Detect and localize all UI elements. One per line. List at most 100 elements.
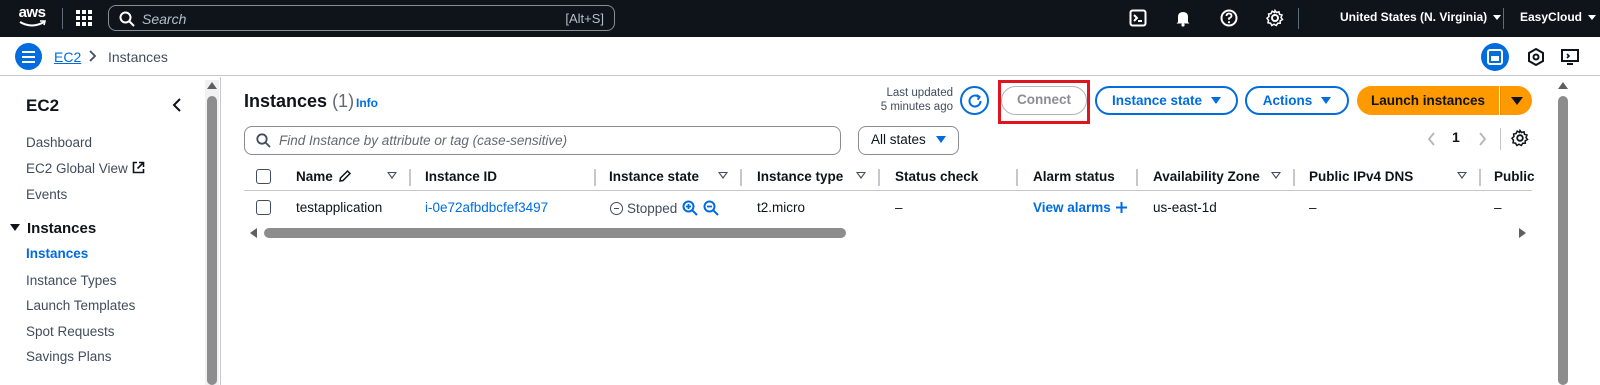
global-search-input[interactable]: Search [Alt+S] bbox=[108, 5, 615, 31]
column-header-public-ipv4-dns[interactable]: Public IPv4 DNS bbox=[1309, 169, 1413, 184]
sidebar-item-dashboard[interactable]: Dashboard bbox=[26, 135, 92, 150]
nav-divider bbox=[1503, 8, 1504, 29]
column-header-status-check[interactable]: Status check bbox=[895, 169, 978, 184]
side-menu-toggle-button[interactable] bbox=[15, 43, 42, 70]
column-header-instance-type[interactable]: Instance type bbox=[757, 169, 843, 184]
hexagon-settings-icon[interactable] bbox=[1524, 45, 1548, 69]
zoom-out-icon[interactable] bbox=[703, 200, 720, 216]
breadcrumb-ec2-link[interactable]: EC2 bbox=[54, 49, 81, 65]
states-select[interactable]: All states bbox=[858, 126, 959, 155]
sidebar-item-spot-requests[interactable]: Spot Requests bbox=[26, 324, 115, 339]
table-settings-gear-icon[interactable] bbox=[1511, 129, 1529, 147]
stopped-status-icon bbox=[610, 202, 623, 215]
actions-label: Actions bbox=[1262, 93, 1313, 108]
filter-placeholder: Find Instance by attribute or tag (case-… bbox=[279, 133, 568, 148]
info-link[interactable]: Info bbox=[356, 96, 378, 110]
cell-instance-id-link[interactable]: i-0e72afbdbcfef3497 bbox=[425, 200, 548, 215]
scrollbar-thumb[interactable] bbox=[264, 228, 846, 238]
launch-instances-button[interactable]: Launch instances bbox=[1357, 86, 1499, 115]
scrollbar-thumb[interactable] bbox=[1558, 96, 1568, 385]
column-header-instance-state[interactable]: Instance state bbox=[609, 169, 699, 184]
table-row[interactable]: testapplication i-0e72afbdbcfef3497 Stop… bbox=[244, 192, 1532, 222]
help-icon[interactable] bbox=[1220, 9, 1238, 27]
cloudshell-icon[interactable] bbox=[1129, 9, 1147, 27]
column-resizer[interactable] bbox=[594, 169, 596, 186]
sidebar-section-instances[interactable]: Instances bbox=[10, 220, 96, 237]
sidebar: EC2 Dashboard EC2 Global View Events Ins… bbox=[0, 77, 205, 385]
last-updated-time: 5 minutes ago bbox=[880, 101, 953, 113]
apps-grid-icon[interactable] bbox=[76, 10, 92, 26]
sidebar-item-instance-types[interactable]: Instance Types bbox=[26, 273, 117, 288]
scroll-up-arrow-icon[interactable] bbox=[1558, 82, 1568, 89]
cell-instance-type: t2.micro bbox=[757, 200, 806, 215]
instance-state-button[interactable]: Instance state bbox=[1095, 86, 1238, 115]
column-header-public[interactable]: Public bbox=[1494, 169, 1535, 184]
sidebar-divider bbox=[220, 77, 221, 385]
state-label: Stopped bbox=[627, 201, 678, 216]
breadcrumb-current: Instances bbox=[108, 49, 168, 65]
actions-button[interactable]: Actions bbox=[1245, 86, 1349, 115]
settings-gear-icon[interactable] bbox=[1266, 9, 1284, 27]
cell-public-ipv4-dns: – bbox=[1309, 200, 1317, 215]
column-header-availability-zone[interactable]: Availability Zone bbox=[1153, 169, 1260, 184]
sort-icon[interactable] bbox=[718, 172, 728, 179]
chevron-left-icon[interactable] bbox=[171, 97, 185, 113]
region-selector[interactable]: United States (N. Virginia) bbox=[1340, 10, 1502, 24]
scroll-up-arrow-icon[interactable] bbox=[207, 82, 217, 89]
column-resizer[interactable] bbox=[1293, 169, 1295, 186]
view-alarms-link[interactable]: View alarms bbox=[1033, 200, 1127, 215]
account-menu[interactable]: EasyCloud bbox=[1520, 10, 1597, 24]
plus-icon bbox=[1115, 202, 1127, 213]
zoom-in-icon[interactable] bbox=[682, 200, 699, 216]
region-label: United States (N. Virginia) bbox=[1340, 10, 1488, 24]
column-resizer[interactable] bbox=[1136, 169, 1138, 186]
table-horizontal-scrollbar[interactable] bbox=[244, 226, 1532, 240]
sort-icon[interactable] bbox=[1271, 172, 1281, 179]
sidebar-item-launch-templates[interactable]: Launch Templates bbox=[26, 298, 135, 313]
sidebar-item-savings-plans[interactable]: Savings Plans bbox=[26, 349, 112, 364]
sort-icon[interactable] bbox=[1457, 172, 1467, 179]
sort-icon[interactable] bbox=[387, 172, 397, 179]
page-title: Instances (1) bbox=[244, 91, 354, 112]
column-resizer[interactable] bbox=[409, 169, 411, 186]
column-header-instance-id[interactable]: Instance ID bbox=[425, 169, 497, 184]
caret-down-icon bbox=[1511, 97, 1523, 105]
scroll-right-arrow-icon[interactable] bbox=[1519, 228, 1526, 238]
column-resizer[interactable] bbox=[1016, 169, 1018, 186]
notifications-bell-icon[interactable] bbox=[1174, 9, 1192, 27]
panel-layout-button[interactable] bbox=[1481, 43, 1509, 71]
sidebar-item-events[interactable]: Events bbox=[26, 187, 67, 202]
column-header-alarm-status[interactable]: Alarm status bbox=[1033, 169, 1115, 184]
column-resizer[interactable] bbox=[878, 169, 880, 186]
last-updated: Last updated 5 minutes ago bbox=[850, 86, 953, 114]
screen-toggle-icon[interactable] bbox=[1558, 45, 1582, 69]
top-navigation: aws Search [Alt+S] United States (N. Vir… bbox=[0, 0, 1600, 37]
column-header-name[interactable]: Name bbox=[296, 169, 352, 184]
next-page-icon[interactable] bbox=[1477, 132, 1487, 146]
pager-divider bbox=[1500, 128, 1501, 150]
scrollbar-thumb[interactable] bbox=[207, 96, 217, 385]
instance-filter-input[interactable]: Find Instance by attribute or tag (case-… bbox=[244, 126, 841, 155]
column-resizer[interactable] bbox=[1479, 169, 1481, 186]
aws-logo[interactable]: aws bbox=[15, 5, 49, 32]
previous-page-icon[interactable] bbox=[1427, 132, 1437, 146]
caret-down-icon bbox=[1321, 97, 1332, 104]
instance-count: (1) bbox=[332, 91, 355, 111]
sidebar-item-instances[interactable]: Instances bbox=[26, 246, 88, 261]
states-value: All states bbox=[871, 132, 926, 147]
sidebar-scrollbar[interactable] bbox=[205, 80, 219, 385]
column-resizer[interactable] bbox=[740, 169, 742, 186]
current-page-number[interactable]: 1 bbox=[1452, 129, 1460, 145]
sidebar-item-global-view[interactable]: EC2 Global View bbox=[26, 161, 145, 176]
launch-instances-dropdown[interactable] bbox=[1500, 86, 1532, 115]
chevron-down-icon bbox=[1493, 15, 1502, 21]
main-scrollbar[interactable] bbox=[1556, 80, 1570, 385]
caret-down-icon bbox=[1211, 97, 1222, 104]
sort-icon[interactable] bbox=[856, 172, 866, 179]
scroll-left-arrow-icon[interactable] bbox=[250, 228, 257, 238]
select-all-checkbox[interactable] bbox=[256, 169, 271, 184]
refresh-button[interactable] bbox=[960, 86, 989, 115]
instance-state-label: Instance state bbox=[1111, 93, 1203, 108]
row-checkbox[interactable] bbox=[256, 200, 271, 215]
nav-divider bbox=[62, 8, 63, 29]
